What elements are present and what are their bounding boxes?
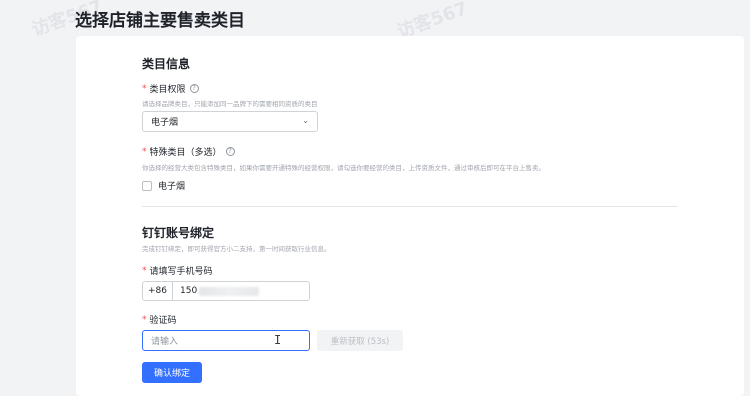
section-divider xyxy=(142,206,678,207)
category-select[interactable]: 电子烟 ⌄ xyxy=(142,111,318,132)
page: 访客567 访客567 选择店铺主要售卖类目 类目信息 * 类目权限 ? 请选择… xyxy=(0,0,750,396)
checkbox[interactable] xyxy=(142,180,152,191)
phone-input[interactable]: +86 150 xyxy=(142,281,310,301)
phone-label-text: 请填写手机号码 xyxy=(149,267,213,277)
category-section-title: 类目信息 xyxy=(142,57,191,71)
verification-label-text: 验证码 xyxy=(149,316,177,326)
required-mark: * xyxy=(142,146,147,157)
country-code[interactable]: +86 xyxy=(143,282,173,300)
resend-code-button[interactable]: 重新获取 (53s) xyxy=(317,330,403,351)
verification-label: * 验证码 xyxy=(142,313,177,327)
required-mark: * xyxy=(142,314,147,325)
required-mark: * xyxy=(142,265,147,276)
dingtalk-hint: 完成钉钉绑定，即可获得官方小二支持，第一时间获取行业信息。 xyxy=(142,245,331,253)
required-mark: * xyxy=(142,83,147,94)
special-category-label-text: 特殊类目（多选） xyxy=(149,148,222,158)
question-circle-icon[interactable]: ? xyxy=(189,84,199,93)
page-title: 选择店铺主要售卖类目 xyxy=(75,11,245,31)
text-cursor-icon: I xyxy=(274,333,282,347)
dingtalk-section-title: 钉钉账号绑定 xyxy=(142,226,215,240)
category-permission-label: * 类目权限 ? xyxy=(142,82,199,95)
verification-code-input[interactable]: 请输入 xyxy=(142,330,310,351)
confirm-bind-button[interactable]: 确认绑定 xyxy=(142,362,202,383)
category-permission-hint: 请选择品牌类目，只能添加同一品牌下的需要相同资质的类目 xyxy=(142,100,318,108)
special-category-label: * 特殊类目（多选） ? xyxy=(142,145,235,158)
special-category-option-label: 电子烟 xyxy=(158,182,186,192)
category-permission-label-text: 类目权限 xyxy=(149,85,186,95)
phone-value: 150 xyxy=(173,286,260,296)
phone-label: * 请填写手机号码 xyxy=(142,264,213,278)
special-category-option[interactable]: 电子烟 xyxy=(142,179,185,192)
category-select-value: 电子烟 xyxy=(151,118,179,128)
question-circle-icon[interactable]: ? xyxy=(225,147,235,156)
chevron-down-icon: ⌄ xyxy=(302,116,309,125)
special-category-hint: 你选择的经营大类包含特殊类目，如果你需要开通特殊的经营权限，请勾选你要经营的类目… xyxy=(142,164,545,172)
redacted-digits xyxy=(199,286,260,296)
phone-value-text: 150 xyxy=(180,286,198,296)
